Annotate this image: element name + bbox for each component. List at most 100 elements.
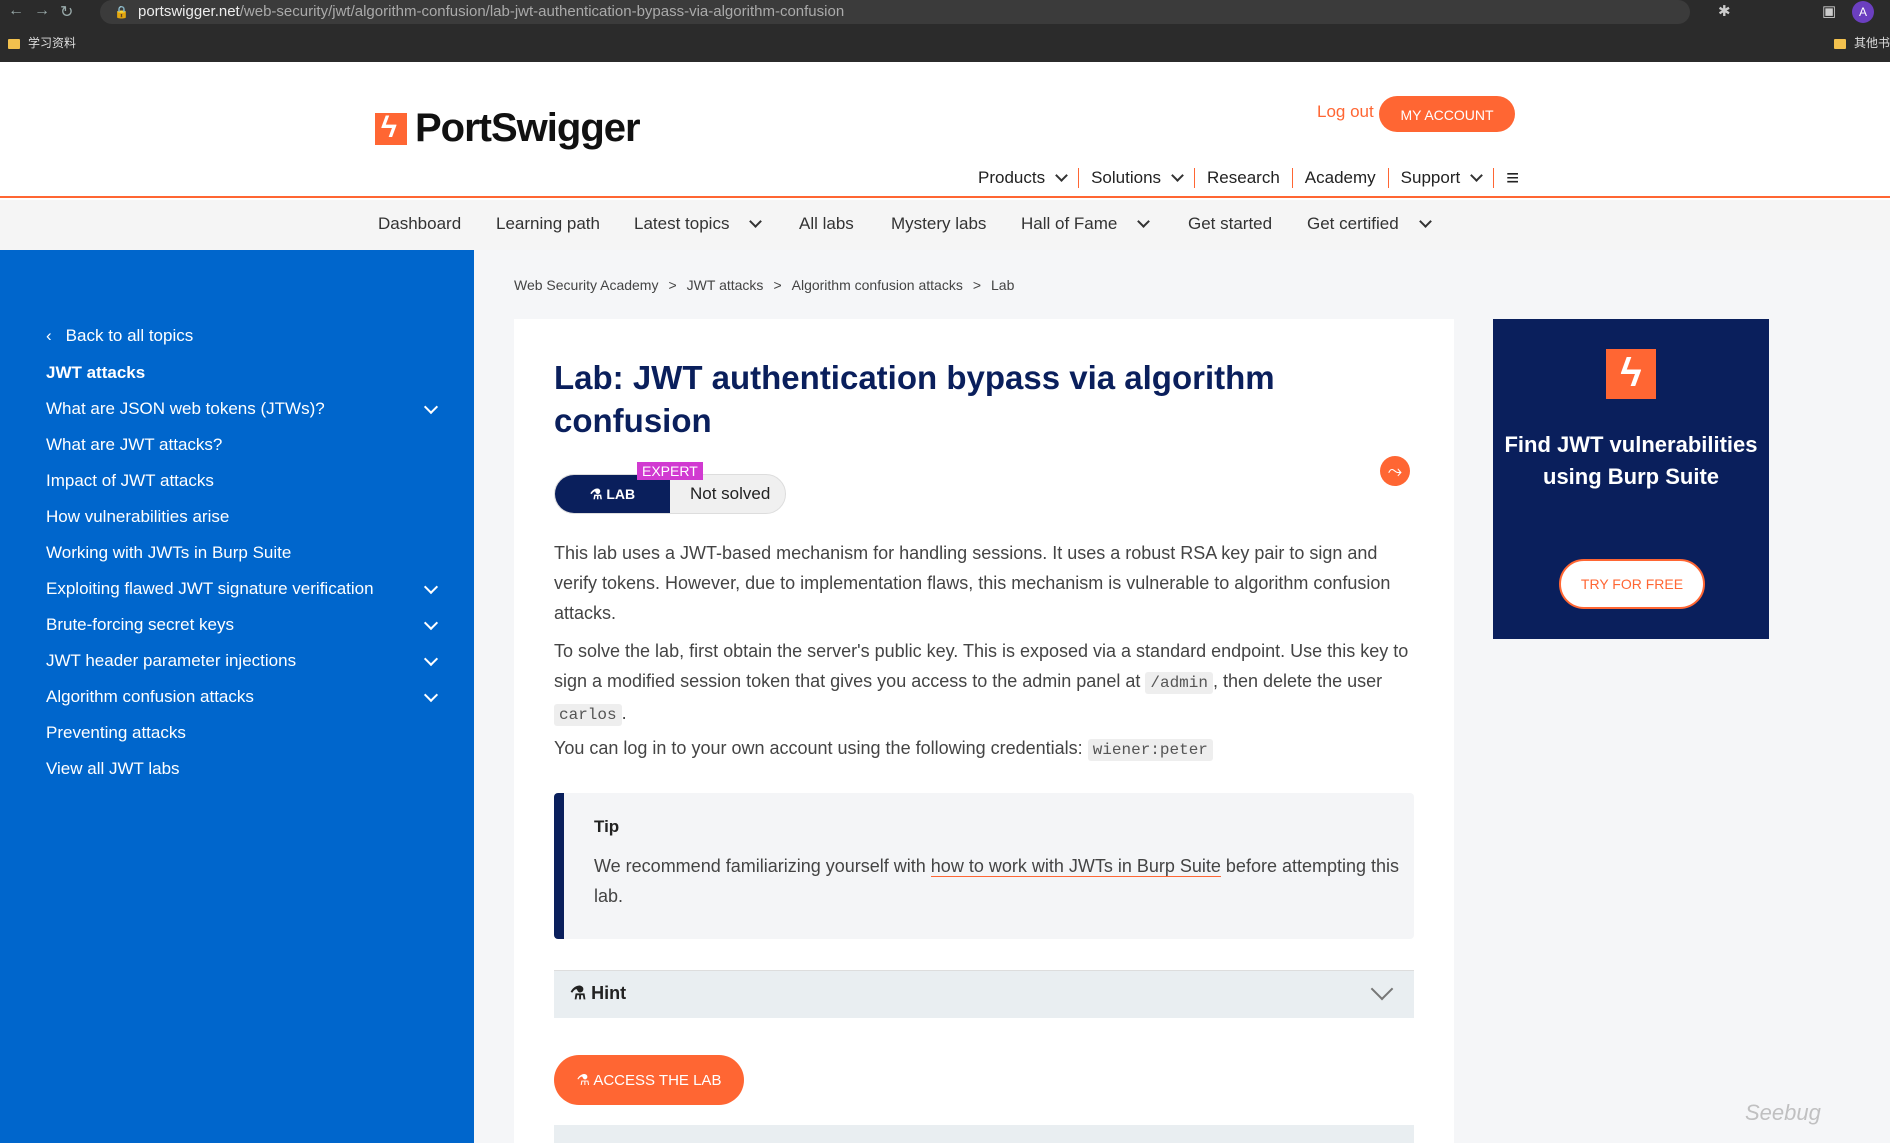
url-host: portswigger.net bbox=[138, 3, 240, 20]
hint-accordion[interactable]: ⚗ Hint bbox=[554, 970, 1414, 1018]
chevron-down-icon bbox=[749, 215, 763, 228]
url-path: /web-security/jwt/algorithm-confusion/la… bbox=[239, 3, 845, 20]
nav-label: Solutions bbox=[1091, 168, 1162, 187]
sidebar-item-label: Brute-forcing secret keys bbox=[46, 615, 235, 634]
nav-products[interactable]: Products bbox=[966, 168, 1080, 188]
chevron-down-icon bbox=[1055, 169, 1068, 182]
back-to-topics-link[interactable]: ‹ Back to all topics bbox=[46, 326, 436, 346]
sidebar-item-flawed-signature[interactable]: Exploiting flawed JWT signature verifica… bbox=[46, 579, 439, 599]
access-lab-button[interactable]: ⚗ ACCESS THE LAB bbox=[554, 1055, 744, 1105]
back-label: Back to all topics bbox=[65, 326, 194, 345]
lab-credentials: You can log in to your own account using… bbox=[554, 733, 1414, 765]
nav-solutions[interactable]: Solutions bbox=[1079, 168, 1196, 188]
lab-instructions: To solve the lab, first obtain the serve… bbox=[554, 636, 1414, 730]
browser-chrome: ← → ↻ 🔒 portswigger.net/web-security/jwt… bbox=[0, 0, 1890, 62]
sidebar-item-algorithm-confusion[interactable]: Algorithm confusion attacks bbox=[46, 687, 439, 707]
subnav-mystery-labs[interactable]: Mystery labs bbox=[891, 214, 986, 234]
sidepanel-icon[interactable]: ▣ bbox=[1822, 2, 1836, 20]
chevron-down-icon bbox=[1171, 169, 1184, 182]
expert-badge: EXPERT bbox=[637, 462, 703, 480]
instructions-text: , then delete the user bbox=[1212, 671, 1383, 691]
forward-arrow-icon[interactable]: → bbox=[34, 2, 50, 20]
back-arrow-icon[interactable]: ← bbox=[8, 2, 24, 20]
chevron-down-icon[interactable] bbox=[423, 687, 439, 703]
flask-icon: ⚗ bbox=[589, 486, 607, 502]
bookmark-label: 学习资料 bbox=[28, 36, 77, 50]
subnav-get-certified[interactable]: Get certified bbox=[1307, 214, 1432, 234]
subnav-latest-topics[interactable]: Latest topics bbox=[634, 214, 763, 234]
seebug-watermark: Seebug bbox=[1745, 1100, 1821, 1125]
lab-card bbox=[514, 319, 1454, 1143]
sidebar-item-label: Exploiting flawed JWT signature verifica… bbox=[46, 579, 374, 598]
sidebar-item-view-all-labs[interactable]: View all JWT labs bbox=[46, 759, 436, 779]
tip-link[interactable]: how to work with JWTs in Burp Suite bbox=[930, 856, 1221, 877]
chevron-down-icon[interactable] bbox=[423, 615, 439, 631]
subnav-learning-path[interactable]: Learning path bbox=[496, 214, 600, 234]
subnav-all-labs[interactable]: All labs bbox=[799, 214, 854, 234]
credentials-text: You can log in to your own account using… bbox=[554, 738, 1083, 758]
sidebar-item-burp-suite[interactable]: Working with JWTs in Burp Suite bbox=[46, 543, 436, 563]
chevron-down-icon[interactable] bbox=[423, 399, 439, 415]
chevron-down-icon[interactable] bbox=[423, 651, 439, 667]
subnav-dashboard[interactable]: Dashboard bbox=[378, 214, 461, 234]
status-badge: Not solved bbox=[690, 484, 771, 503]
chevron-down-icon bbox=[1418, 215, 1432, 228]
subnav-label: Get started bbox=[1188, 214, 1273, 233]
share-icon[interactable]: ⤳ bbox=[1380, 456, 1410, 486]
portswigger-logo-icon bbox=[375, 111, 407, 145]
sidebar-item-what-are-jwts[interactable]: What are JSON web tokens (JTWs)? bbox=[46, 399, 439, 419]
subnav-label: All labs bbox=[799, 214, 854, 233]
subnav-label: Dashboard bbox=[378, 214, 462, 233]
other-bookmarks[interactable]: 其他书 bbox=[1834, 34, 1890, 51]
flask-icon: ⚗ bbox=[576, 1072, 594, 1089]
logout-link[interactable]: Log out bbox=[1317, 102, 1374, 122]
try-for-free-button[interactable]: TRY FOR FREE bbox=[1559, 559, 1705, 609]
tip-text-part: We recommend familiarizing yourself with bbox=[594, 856, 926, 876]
bookmark-label: 其他书 bbox=[1854, 36, 1890, 50]
sidebar-item-label: Algorithm confusion attacks bbox=[46, 687, 254, 706]
extensions-icon[interactable]: ✱ bbox=[1718, 2, 1731, 20]
nav-research[interactable]: Research bbox=[1195, 168, 1293, 188]
profile-avatar[interactable]: A bbox=[1852, 1, 1874, 23]
sidebar-item-preventing[interactable]: Preventing attacks bbox=[46, 723, 436, 743]
nav-support[interactable]: Support bbox=[1389, 168, 1495, 188]
breadcrumb-algorithm-confusion[interactable]: Algorithm confusion attacks bbox=[792, 277, 963, 293]
admin-path-code: /admin bbox=[1145, 672, 1213, 694]
burp-logo-icon: ϟ bbox=[1606, 349, 1656, 399]
breadcrumb-academy[interactable]: Web Security Academy bbox=[514, 277, 658, 293]
subnav-hall-of-fame[interactable]: Hall of Fame bbox=[1021, 214, 1151, 234]
nav-label: Products bbox=[978, 168, 1046, 187]
sidebar-item-impact[interactable]: Impact of JWT attacks bbox=[46, 471, 436, 491]
chevron-down-icon bbox=[1470, 169, 1484, 182]
nav-academy[interactable]: Academy bbox=[1293, 168, 1389, 188]
access-lab-label: ACCESS THE LAB bbox=[593, 1072, 722, 1089]
sidebar-section-title[interactable]: JWT attacks bbox=[46, 363, 436, 383]
chevron-down-icon[interactable] bbox=[423, 579, 439, 595]
subnav-label: Learning path bbox=[496, 214, 600, 233]
tip-heading: Tip bbox=[594, 817, 620, 836]
sidebar-item-brute-forcing[interactable]: Brute-forcing secret keys bbox=[46, 615, 439, 635]
subnav-get-started[interactable]: Get started bbox=[1188, 214, 1272, 234]
logo-text: PortSwigger bbox=[415, 106, 641, 150]
chevron-left-icon: ‹ bbox=[46, 326, 52, 345]
my-account-button[interactable]: MY ACCOUNT bbox=[1379, 96, 1515, 132]
address-bar[interactable]: 🔒 portswigger.net/web-security/jwt/algor… bbox=[100, 0, 1690, 24]
nav-label: Research bbox=[1207, 168, 1280, 187]
reload-icon[interactable]: ↻ bbox=[60, 2, 73, 22]
sidebar-item-header-injections[interactable]: JWT header parameter injections bbox=[46, 651, 439, 671]
hamburger-menu-icon[interactable]: ≡ bbox=[1494, 165, 1531, 190]
solution-accordion[interactable] bbox=[554, 1125, 1414, 1143]
topic-sidebar: ‹ Back to all topics JWT attacks What are… bbox=[0, 250, 474, 1143]
sidebar-item-what-are-jwt-attacks[interactable]: What are JWT attacks? bbox=[46, 435, 436, 455]
subnav-label: Get certified bbox=[1307, 214, 1399, 233]
username-code: carlos bbox=[554, 704, 622, 726]
breadcrumb-jwt-attacks[interactable]: JWT attacks bbox=[687, 277, 764, 293]
subnav-label: Mystery labs bbox=[891, 214, 987, 233]
lock-icon: 🔒 bbox=[114, 5, 129, 19]
sidebar-item-label: What are JSON web tokens (JTWs)? bbox=[46, 399, 325, 418]
bookmark-folder[interactable]: 学习资料 bbox=[8, 34, 76, 51]
sidebar-item-vulnerabilities-arise[interactable]: How vulnerabilities arise bbox=[46, 507, 436, 527]
hint-label: Hint bbox=[591, 983, 627, 1003]
chevron-down-icon bbox=[1137, 215, 1151, 228]
portswigger-logo[interactable]: PortSwigger bbox=[375, 106, 641, 151]
